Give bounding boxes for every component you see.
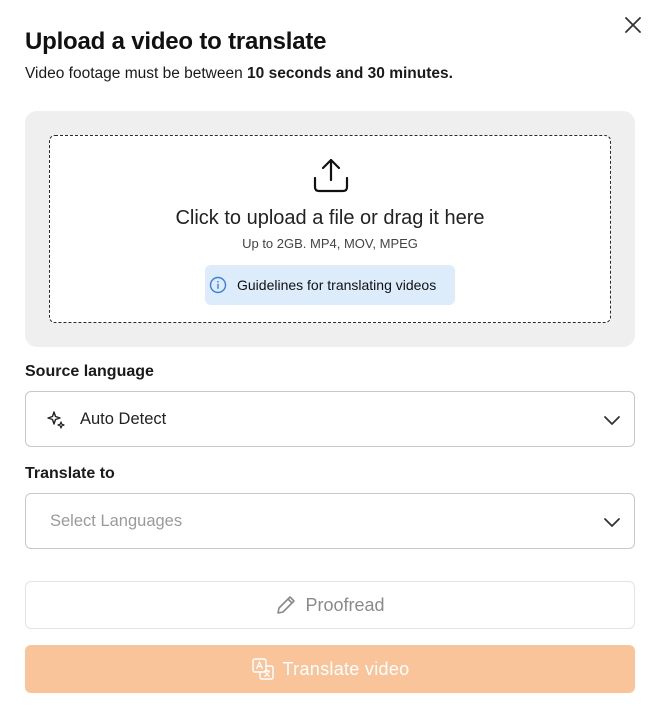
upload-area: Click to upload a file or drag it here U… bbox=[25, 111, 635, 347]
translate-icon bbox=[251, 658, 274, 680]
subtitle-text: Video footage must be between bbox=[25, 65, 248, 82]
translate-video-button[interactable]: Translate video bbox=[25, 645, 635, 693]
pencil-icon bbox=[277, 596, 296, 614]
target-language-select[interactable]: Select Languages bbox=[25, 493, 635, 549]
dialog-subtitle: Video footage must be between 10 seconds… bbox=[25, 65, 453, 83]
guidelines-link[interactable]: Guidelines for translating videos bbox=[205, 265, 455, 305]
translate-video-label: Translate video bbox=[282, 658, 410, 679]
chevron-down-icon bbox=[604, 518, 620, 527]
dropzone-hint: Up to 2GB. MP4, MOV, MPEG bbox=[242, 236, 418, 251]
chevron-down-icon bbox=[604, 416, 620, 425]
source-language-label: Source language bbox=[25, 363, 154, 380]
sparkle-icon bbox=[46, 410, 66, 430]
translate-to-label: Translate to bbox=[25, 465, 115, 482]
proofread-label: Proofread bbox=[305, 594, 385, 615]
source-language-value: Auto Detect bbox=[80, 409, 167, 428]
upload-video-dialog: Upload a video to translate Video footag… bbox=[0, 0, 658, 712]
subtitle-duration: 10 seconds and 30 minutes. bbox=[247, 65, 453, 82]
file-dropzone[interactable]: Click to upload a file or drag it here U… bbox=[49, 135, 611, 323]
target-language-placeholder: Select Languages bbox=[50, 511, 183, 530]
info-icon bbox=[209, 276, 227, 294]
close-button[interactable] bbox=[620, 12, 646, 38]
guidelines-label: Guidelines for translating videos bbox=[237, 277, 437, 293]
dropzone-title: Click to upload a file or drag it here bbox=[175, 207, 485, 229]
proofread-button[interactable]: Proofread bbox=[25, 581, 635, 629]
dialog-title: Upload a video to translate bbox=[25, 28, 327, 55]
upload-icon bbox=[313, 158, 349, 193]
source-language-select[interactable]: Auto Detect bbox=[25, 391, 635, 447]
close-icon bbox=[625, 17, 641, 33]
